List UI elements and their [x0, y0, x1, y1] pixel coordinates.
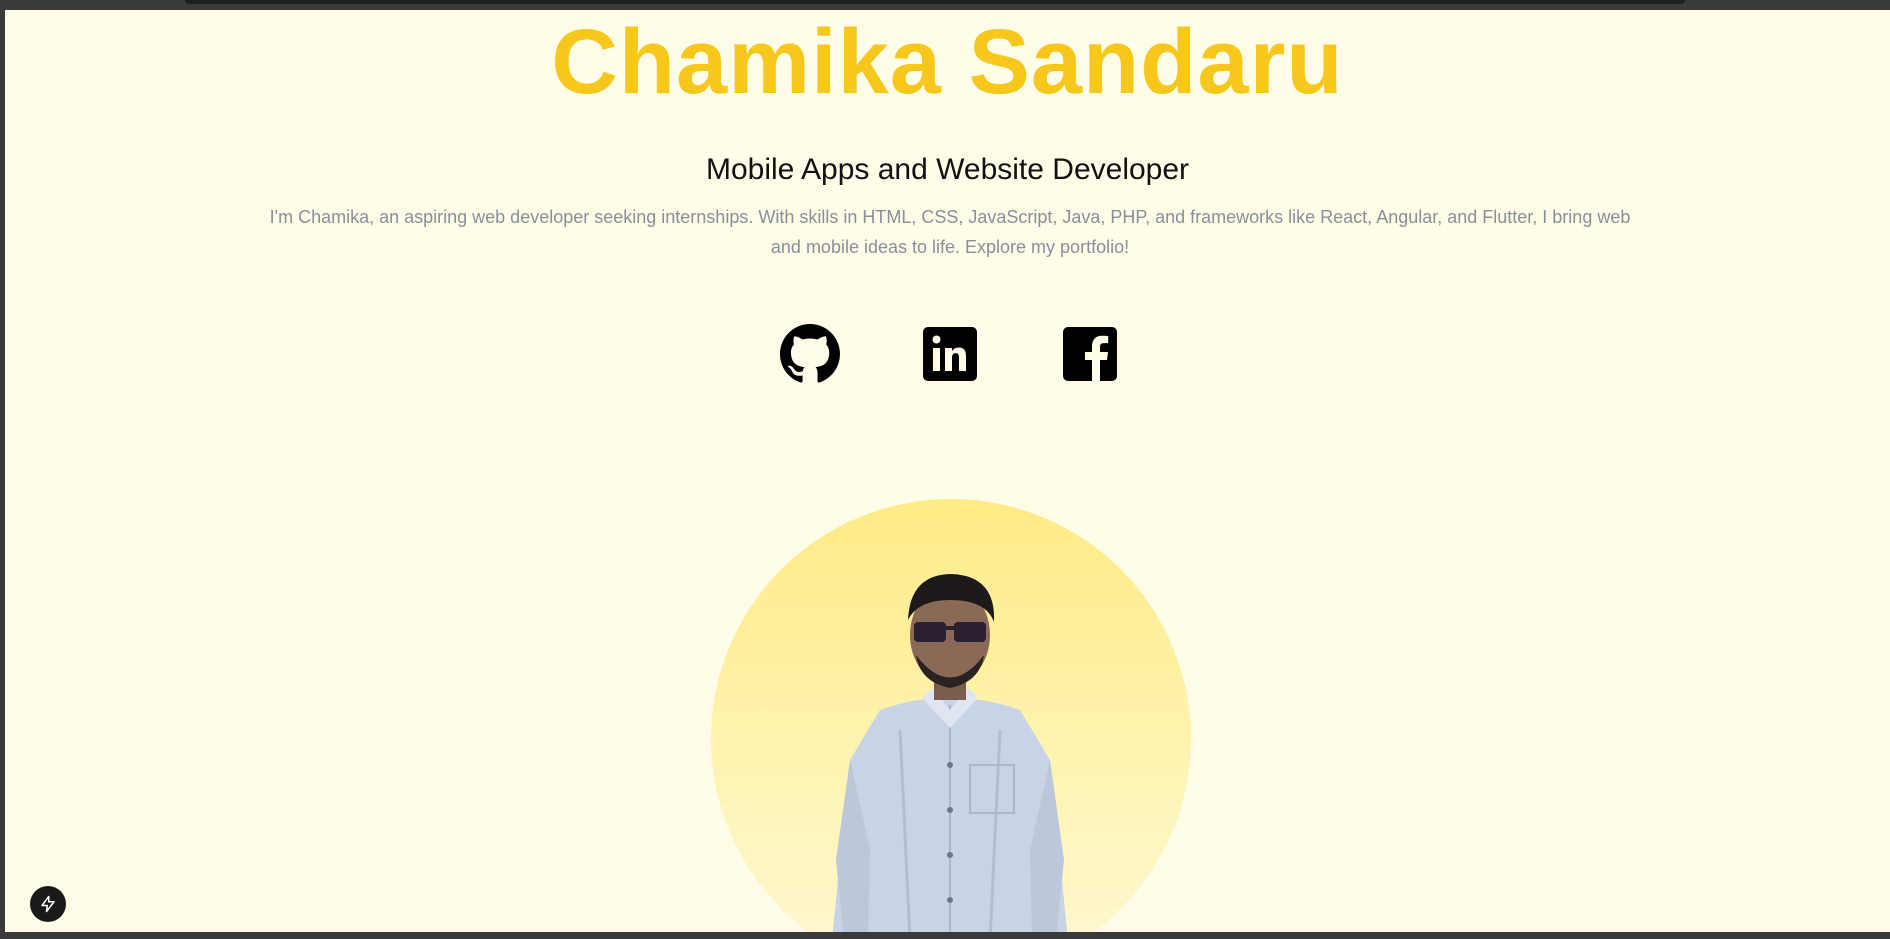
facebook-icon	[1063, 327, 1117, 381]
facebook-link[interactable]	[1060, 324, 1120, 384]
page-viewport: Chamika Sandaru Mobile Apps and Website …	[5, 10, 1890, 932]
github-link[interactable]	[780, 324, 840, 384]
profile-photo	[832, 574, 1068, 932]
hero-name: Chamika Sandaru	[551, 11, 1344, 113]
lightning-bolt-icon	[41, 895, 55, 913]
browser-top-edge	[185, 0, 1685, 4]
lightning-button[interactable]	[30, 886, 66, 922]
hero-subtitle: Mobile Apps and Website Developer	[705, 153, 1190, 186]
linkedin-link[interactable]	[920, 324, 980, 384]
linkedin-icon	[923, 327, 977, 381]
hero-intro: I'm Chamika, an aspiring web developer s…	[269, 207, 1631, 257]
social-links	[780, 324, 1120, 384]
github-icon	[780, 324, 840, 383]
